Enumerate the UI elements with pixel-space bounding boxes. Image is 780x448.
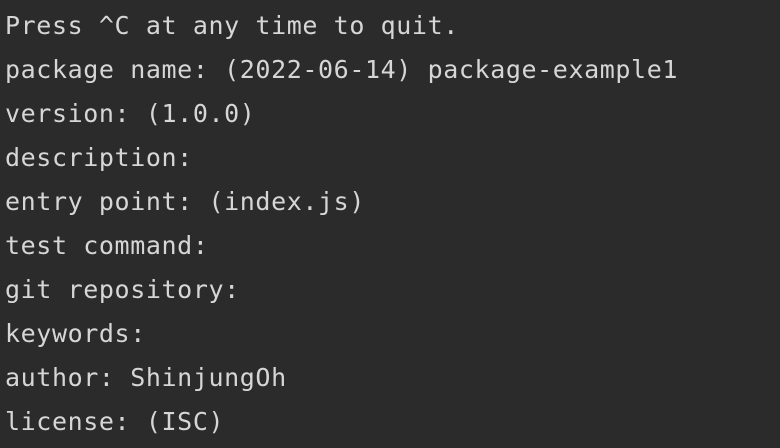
quit-hint-line: Press ^C at any time to quit. xyxy=(5,11,459,40)
license-prompt: license: (ISC) xyxy=(5,407,225,436)
entry-point-prompt: entry point: (index.js) xyxy=(5,187,365,216)
description-prompt: description: xyxy=(5,143,193,172)
package-name-prompt: package name: (2022-06-14) package-examp… xyxy=(5,55,679,84)
author-prompt: author: ShinjungOh xyxy=(5,363,287,392)
keywords-prompt: keywords: xyxy=(5,319,146,348)
git-repository-prompt: git repository: xyxy=(5,275,240,304)
version-prompt: version: (1.0.0) xyxy=(5,99,256,128)
terminal-output[interactable]: Press ^C at any time to quit. package na… xyxy=(0,0,780,448)
test-command-prompt: test command: xyxy=(5,231,209,260)
